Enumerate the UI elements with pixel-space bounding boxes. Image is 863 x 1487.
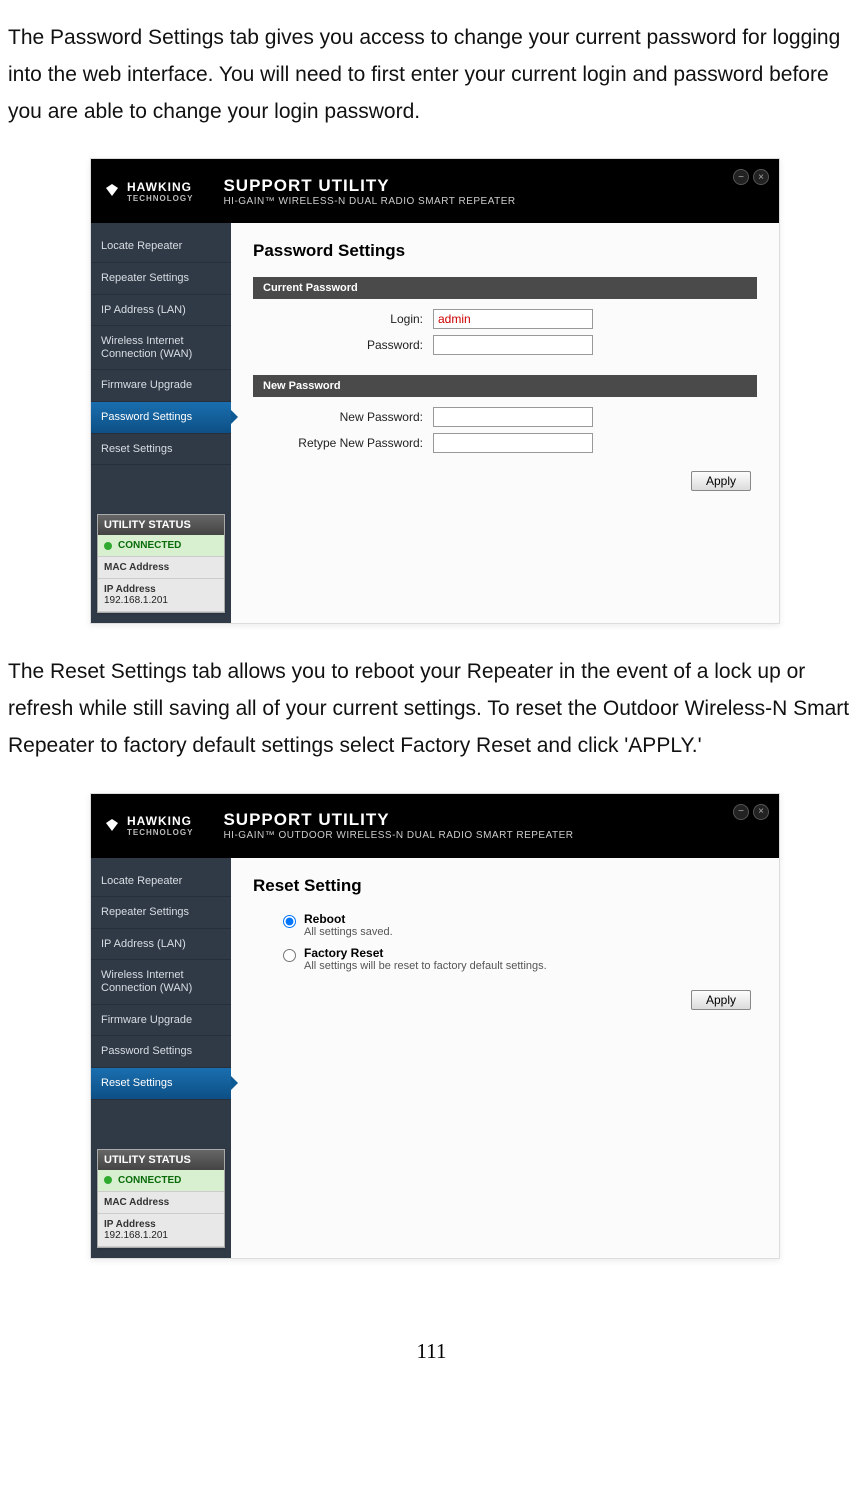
close-icon[interactable]: × xyxy=(753,169,769,185)
nav-wireless-wan[interactable]: Wireless Internet Connection (WAN) xyxy=(91,960,231,1004)
nav-reset-settings[interactable]: Reset Settings xyxy=(91,434,231,466)
reboot-label: Reboot xyxy=(304,912,393,926)
header-subtitle: HI-GAIN™ WIRELESS-N DUAL RADIO SMART REP… xyxy=(223,196,515,207)
password-input[interactable] xyxy=(433,335,593,355)
status-ip: IP Address 192.168.1.201 xyxy=(98,1214,224,1247)
status-dot-icon xyxy=(104,1176,112,1184)
nav-repeater-settings[interactable]: Repeater Settings xyxy=(91,263,231,295)
page-title: Reset Setting xyxy=(253,876,757,896)
page-number: 111 xyxy=(0,1339,863,1364)
panel-header: HAWKING TECHNOLOGY SUPPORT UTILITY HI-GA… xyxy=(91,159,779,223)
factory-reset-label: Factory Reset xyxy=(304,946,547,960)
nav-reset-settings[interactable]: Reset Settings xyxy=(91,1068,231,1100)
retype-password-label: Retype New Password: xyxy=(253,436,433,450)
main-content: Password Settings Current Password Login… xyxy=(231,223,779,623)
nav-firmware-upgrade[interactable]: Firmware Upgrade xyxy=(91,370,231,402)
factory-reset-radio[interactable] xyxy=(283,949,296,962)
nav-ip-address-lan[interactable]: IP Address (LAN) xyxy=(91,929,231,961)
utility-status-box: UTILITY STATUS CONNECTED MAC Address IP … xyxy=(97,514,225,613)
screenshot-password-settings: HAWKING TECHNOLOGY SUPPORT UTILITY HI-GA… xyxy=(90,158,780,624)
brand-name: HAWKING xyxy=(127,814,192,828)
utility-status-box: UTILITY STATUS CONNECTED MAC Address IP … xyxy=(97,1149,225,1248)
sidebar: Locate Repeater Repeater Settings IP Add… xyxy=(91,858,231,1258)
apply-button[interactable]: Apply xyxy=(691,990,751,1010)
apply-button[interactable]: Apply xyxy=(691,471,751,491)
status-mac: MAC Address xyxy=(98,1192,224,1214)
status-ip: IP Address 192.168.1.201 xyxy=(98,579,224,612)
password-label: Password: xyxy=(253,338,433,352)
brand-logo: HAWKING TECHNOLOGY xyxy=(103,814,193,837)
brand-logo: HAWKING TECHNOLOGY xyxy=(103,180,193,203)
nav-password-settings[interactable]: Password Settings xyxy=(91,402,231,434)
minimize-icon[interactable]: − xyxy=(733,804,749,820)
header-title: SUPPORT UTILITY xyxy=(223,810,573,830)
section-new-password: New Password xyxy=(253,375,757,397)
nav-password-settings[interactable]: Password Settings xyxy=(91,1036,231,1068)
brand-sub: TECHNOLOGY xyxy=(127,194,193,203)
nav-ip-address-lan[interactable]: IP Address (LAN) xyxy=(91,295,231,327)
reboot-desc: All settings saved. xyxy=(304,926,393,938)
login-label: Login: xyxy=(253,312,433,326)
nav-locate-repeater[interactable]: Locate Repeater xyxy=(91,866,231,898)
page-title: Password Settings xyxy=(253,241,757,261)
brand-name: HAWKING xyxy=(127,180,192,194)
retype-password-input[interactable] xyxy=(433,433,593,453)
doc-paragraph-1: The Password Settings tab gives you acce… xyxy=(0,20,863,158)
header-title: SUPPORT UTILITY xyxy=(223,176,515,196)
reboot-radio[interactable] xyxy=(283,915,296,928)
login-input[interactable] xyxy=(433,309,593,329)
status-title: UTILITY STATUS xyxy=(98,515,224,535)
close-icon[interactable]: × xyxy=(753,804,769,820)
status-mac: MAC Address xyxy=(98,557,224,579)
status-dot-icon xyxy=(104,542,112,550)
new-password-input[interactable] xyxy=(433,407,593,427)
nav-wireless-wan[interactable]: Wireless Internet Connection (WAN) xyxy=(91,326,231,370)
screenshot-reset-setting: HAWKING TECHNOLOGY SUPPORT UTILITY HI-GA… xyxy=(90,793,780,1259)
new-password-label: New Password: xyxy=(253,410,433,424)
doc-paragraph-2: The Reset Settings tab allows you to reb… xyxy=(0,654,863,792)
factory-reset-desc: All settings will be reset to factory de… xyxy=(304,960,547,972)
main-content: Reset Setting Reboot All settings saved.… xyxy=(231,858,779,1258)
status-title: UTILITY STATUS xyxy=(98,1150,224,1170)
nav-locate-repeater[interactable]: Locate Repeater xyxy=(91,231,231,263)
brand-sub: TECHNOLOGY xyxy=(127,828,193,837)
section-current-password: Current Password xyxy=(253,277,757,299)
nav-repeater-settings[interactable]: Repeater Settings xyxy=(91,897,231,929)
status-connected: CONNECTED xyxy=(98,1170,224,1192)
header-subtitle: HI-GAIN™ OUTDOOR WIRELESS-N DUAL RADIO S… xyxy=(223,830,573,841)
status-connected: CONNECTED xyxy=(98,535,224,557)
sidebar: Locate Repeater Repeater Settings IP Add… xyxy=(91,223,231,623)
nav-firmware-upgrade[interactable]: Firmware Upgrade xyxy=(91,1005,231,1037)
minimize-icon[interactable]: − xyxy=(733,169,749,185)
panel-header: HAWKING TECHNOLOGY SUPPORT UTILITY HI-GA… xyxy=(91,794,779,858)
